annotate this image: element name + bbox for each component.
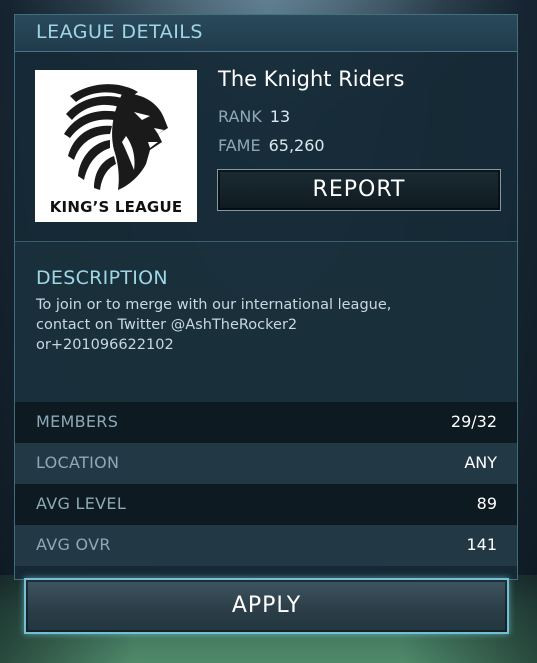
- location-label: LOCATION: [36, 453, 120, 472]
- members-label: MEMBERS: [36, 412, 119, 431]
- location-row: LOCATION ANY: [15, 443, 517, 484]
- report-button[interactable]: REPORT: [217, 169, 501, 211]
- logo-text: KING’S LEAGUE: [49, 198, 183, 216]
- avg-level-value: 89: [476, 494, 497, 513]
- panel-header: LEAGUE DETAILS: [15, 15, 517, 52]
- avg-ovr-value: 141: [466, 535, 497, 554]
- avg-level-row: AVG LEVEL 89: [15, 484, 517, 525]
- location-value: ANY: [464, 453, 497, 472]
- fame-row: FAME 65,260: [218, 136, 325, 155]
- description-title: DESCRIPTION: [36, 267, 168, 289]
- fame-label: FAME: [218, 136, 261, 155]
- avg-level-label: AVG LEVEL: [36, 494, 127, 513]
- description-line: or+201096622102: [36, 337, 174, 353]
- panel-title: LEAGUE DETAILS: [36, 21, 203, 43]
- fame-value: 65,260: [268, 136, 325, 155]
- description-line: To join or to merge with our internation…: [36, 297, 392, 313]
- league-logo: KING’S LEAGUE: [35, 70, 197, 222]
- league-name: The Knight Riders: [218, 67, 405, 91]
- description-section: DESCRIPTION To join or to merge with our…: [15, 242, 517, 402]
- rank-value: 13: [269, 107, 291, 126]
- description-line: contact on Twitter @AshTheRocker2: [36, 317, 298, 333]
- rank-label: RANK: [218, 107, 262, 126]
- apply-button[interactable]: APPLY: [24, 578, 509, 634]
- rank-row: RANK 13: [218, 107, 290, 126]
- members-row: MEMBERS 29/32: [15, 402, 517, 443]
- lion-head-icon: [64, 84, 168, 190]
- league-details-panel: LEAGUE DETAILS KING’S LEAGUE The Knight …: [14, 14, 518, 580]
- avg-ovr-label: AVG OVR: [36, 535, 111, 554]
- members-value: 29/32: [450, 412, 497, 431]
- avg-ovr-row: AVG OVR 141: [15, 525, 517, 566]
- description-text: To join or to merge with our internation…: [36, 295, 506, 355]
